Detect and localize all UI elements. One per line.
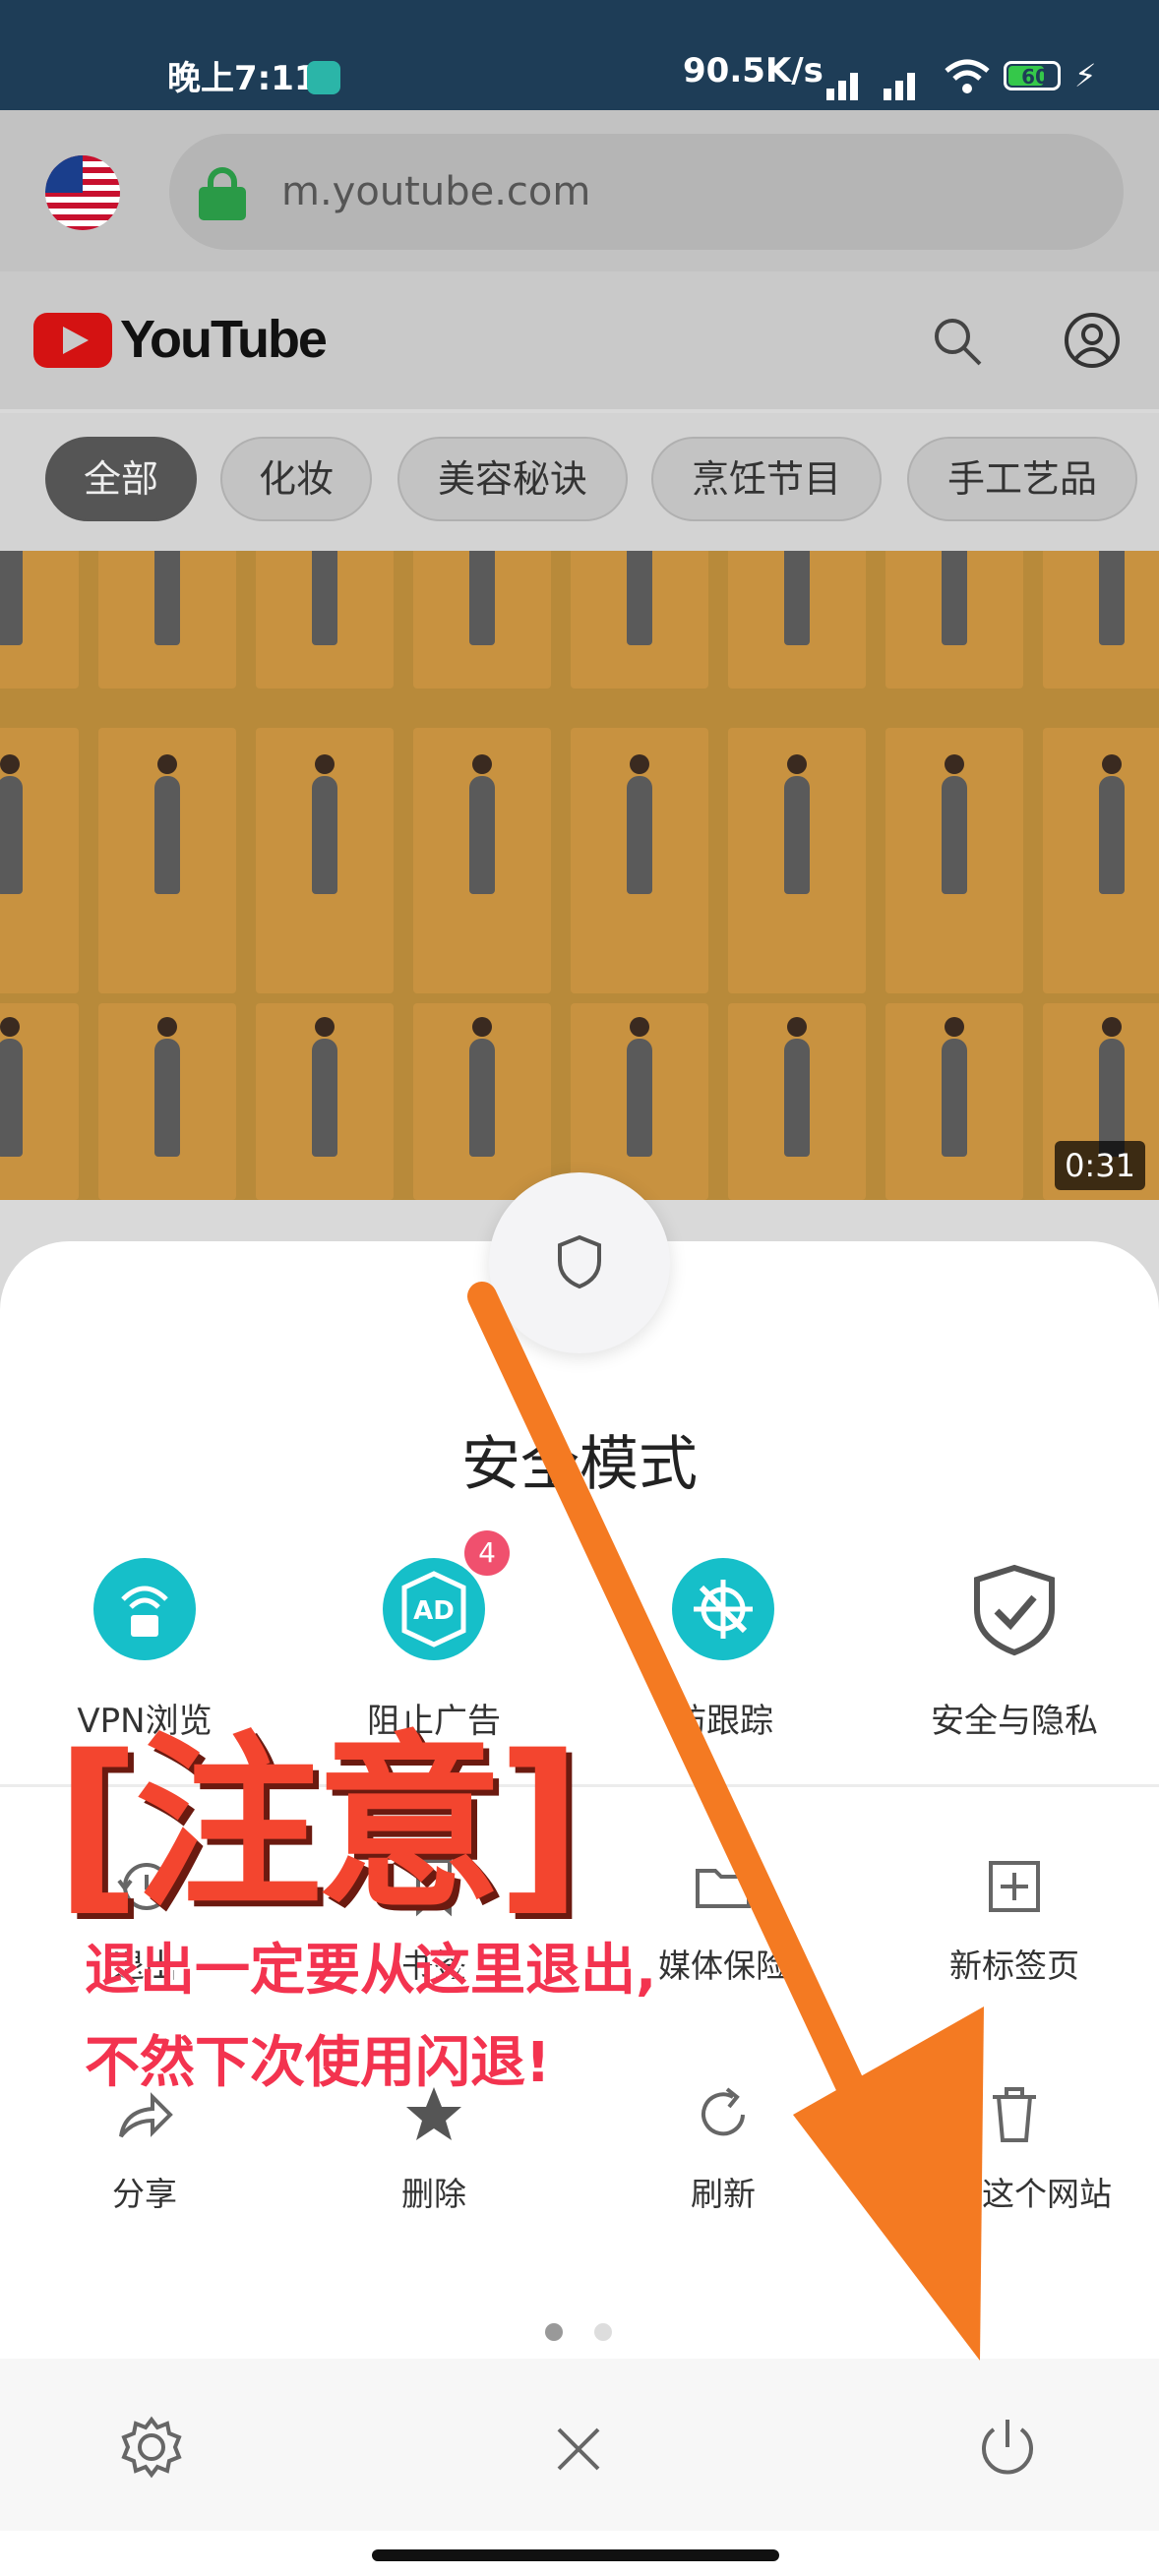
annotation-arrow [467,1282,984,2361]
